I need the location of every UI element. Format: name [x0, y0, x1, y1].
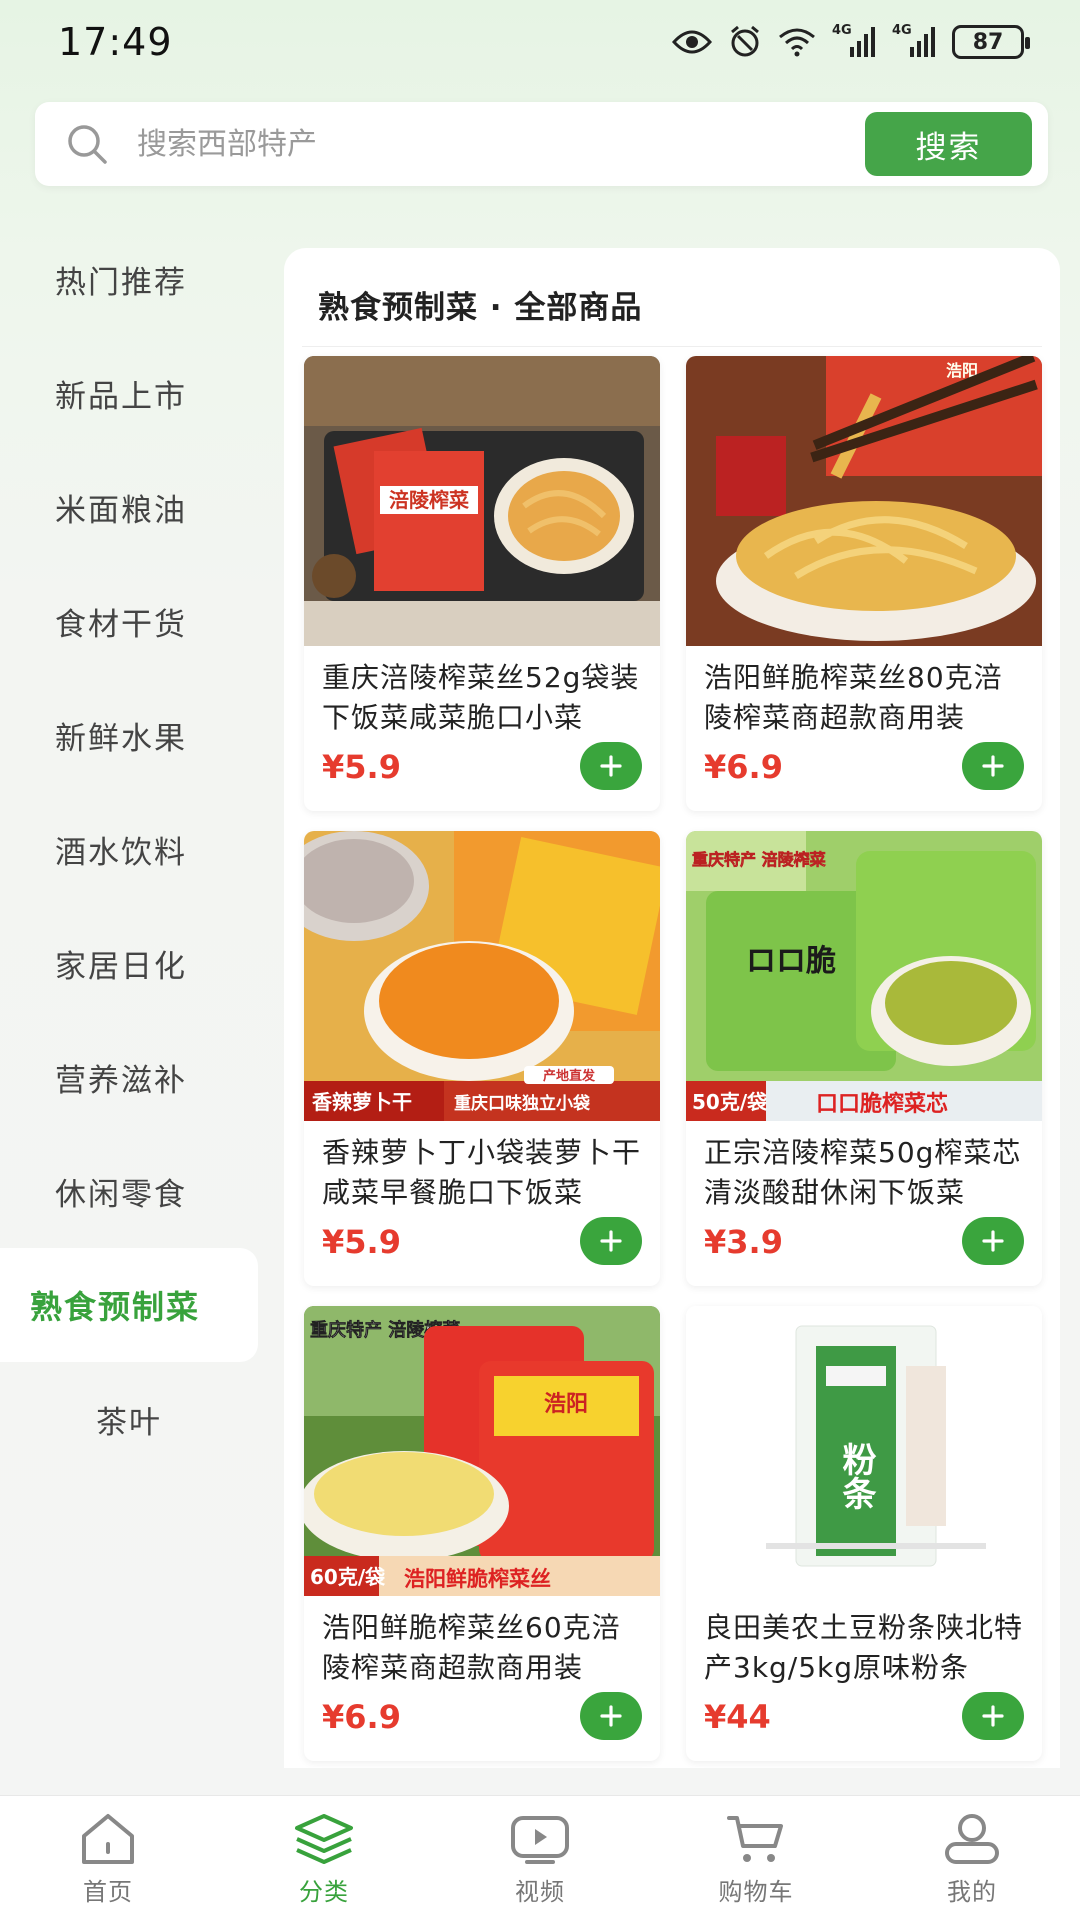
nav-cart[interactable]: 购物车: [648, 1796, 864, 1920]
product-name[interactable]: 香辣萝卜丁小袋装萝卜干咸菜早餐脆口下饭菜: [322, 1133, 644, 1213]
plus-icon: [600, 1230, 622, 1252]
home-icon: [76, 1810, 140, 1868]
product-image-text: 粉条: [836, 1442, 876, 1510]
product-image[interactable]: 浩阳: [686, 356, 1042, 646]
category-sidebar: 热门推荐 新品上市 米面粮油 食材干货 新鲜水果 酒水饮料 家居日化 营养滋补 …: [0, 222, 262, 1476]
wifi-icon: [778, 27, 816, 57]
product-price: ¥3.9: [704, 1223, 783, 1261]
add-to-cart-button[interactable]: [580, 742, 642, 790]
search-input[interactable]: [137, 118, 697, 170]
sidebar-item-fruit[interactable]: 新鲜水果: [0, 678, 258, 792]
product-panel: 熟食预制菜 · 全部商品 涪陵榨菜 重庆涪陵榨菜丝52g袋装下饭菜咸菜脆口小菜 …: [284, 248, 1060, 1768]
network-type-2: 4G: [892, 23, 912, 38]
nav-label: 视频: [515, 1878, 565, 1906]
status-bar: 17:49 4G 4G 87: [0, 0, 1080, 86]
bottom-nav: 首页 分类 视频 购物车 我的: [0, 1795, 1080, 1920]
add-to-cart-button[interactable]: [580, 1692, 642, 1740]
signal-icon-2: 4G: [892, 23, 936, 59]
product-name[interactable]: 浩阳鲜脆榨菜丝80克涪陵榨菜商超款商用装: [704, 658, 1026, 738]
nav-video[interactable]: 视频: [432, 1796, 648, 1920]
product-card[interactable]: 涪陵榨菜 重庆涪陵榨菜丝52g袋装下饭菜咸菜脆口小菜 ¥5.9: [304, 356, 660, 811]
nav-category[interactable]: 分类: [216, 1796, 432, 1920]
product-image-text-3: 产地直发: [543, 1068, 596, 1084]
eye-icon: [672, 28, 712, 56]
search-button[interactable]: 搜索: [865, 112, 1032, 176]
product-image-text-3: 重庆特产 涪陵榨菜: [692, 850, 826, 869]
divider: [302, 346, 1042, 347]
sidebar-item-tea[interactable]: 茶叶: [0, 1362, 258, 1476]
nav-profile[interactable]: 我的: [864, 1796, 1080, 1920]
product-price: ¥44: [704, 1698, 771, 1736]
plus-icon: [982, 755, 1004, 777]
product-name[interactable]: 浩阳鲜脆榨菜丝60克涪陵榨菜商超款商用装: [322, 1608, 644, 1688]
sidebar-item-hot[interactable]: 热门推荐: [0, 222, 258, 336]
product-price: ¥6.9: [704, 748, 783, 786]
product-name[interactable]: 正宗涪陵榨菜50g榨菜芯清淡酸甜休闲下饭菜: [704, 1133, 1026, 1213]
svg-text:ロロ脆: ロロ脆: [746, 944, 836, 979]
product-card[interactable]: 浩阳 浩阳鲜脆榨菜丝80克涪陵榨菜商超款商用装 ¥6.9: [686, 356, 1042, 811]
sidebar-item-nutrition[interactable]: 营养滋补: [0, 1020, 258, 1134]
sidebar-item-drinks[interactable]: 酒水饮料: [0, 792, 258, 906]
network-type-1: 4G: [832, 23, 852, 38]
product-image-text-2: 口口脆榨菜芯: [816, 1091, 948, 1117]
battery-level: 87: [972, 29, 1004, 55]
product-image-text: 香辣萝卜干: [312, 1090, 412, 1114]
layers-icon: [292, 1810, 356, 1868]
status-icons: 4G 4G 87: [672, 22, 1030, 62]
plus-icon: [600, 755, 622, 777]
add-to-cart-button[interactable]: [962, 1217, 1024, 1265]
nav-home[interactable]: 首页: [0, 1796, 216, 1920]
add-to-cart-button[interactable]: [962, 1692, 1024, 1740]
product-card[interactable]: 香辣萝卜干 重庆口味独立小袋 产地直发 香辣萝卜丁小袋装萝卜干咸菜早餐脆口下饭菜…: [304, 831, 660, 1286]
battery-icon: 87: [952, 25, 1030, 59]
product-image[interactable]: 重庆特产 涪陵榨菜 ロロ脆 50克/袋 口口脆榨菜芯: [686, 831, 1042, 1121]
product-card[interactable]: 重庆特产 涪陵榨菜 ロロ脆 50克/袋 口口脆榨菜芯 正宗涪陵榨菜50g榨菜芯清…: [686, 831, 1042, 1286]
product-card[interactable]: 粉条 良田美农土豆粉条陕北特产3kg/5kg原味粉条 ¥44: [686, 1306, 1042, 1761]
nav-label: 首页: [83, 1878, 133, 1906]
sidebar-item-dried-goods[interactable]: 食材干货: [0, 564, 258, 678]
sidebar-item-snacks[interactable]: 休闲零食: [0, 1134, 258, 1248]
sidebar-item-household[interactable]: 家居日化: [0, 906, 258, 1020]
user-icon: [940, 1810, 1004, 1868]
cart-icon: [724, 1810, 788, 1868]
panel-title: 熟食预制菜 · 全部商品: [318, 290, 643, 326]
signal-icon: 4G: [832, 23, 876, 59]
product-name[interactable]: 重庆涪陵榨菜丝52g袋装下饭菜咸菜脆口小菜: [322, 658, 644, 738]
product-image-text: 60克/袋: [310, 1565, 386, 1589]
product-card[interactable]: 重庆特产 涪陵榨菜 浩阳 60克/袋 浩阳鲜脆榨菜丝 浩阳鲜脆榨菜丝60克涪陵榨…: [304, 1306, 660, 1761]
product-price: ¥5.9: [322, 748, 401, 786]
plus-icon: [982, 1230, 1004, 1252]
nav-label: 我的: [947, 1878, 997, 1906]
sidebar-item-new[interactable]: 新品上市: [0, 336, 258, 450]
search-bar: 搜索: [35, 102, 1048, 186]
nav-label: 购物车: [718, 1878, 794, 1906]
plus-icon: [982, 1705, 1004, 1727]
product-price: ¥5.9: [322, 1223, 401, 1261]
product-image[interactable]: 粉条: [686, 1306, 1042, 1596]
svg-text:浩阳: 浩阳: [544, 1392, 588, 1417]
product-price: ¥6.9: [322, 1698, 401, 1736]
search-icon: [65, 122, 109, 166]
video-icon: [508, 1810, 572, 1868]
product-image-text: 涪陵榨菜: [389, 488, 469, 512]
product-image[interactable]: 涪陵榨菜: [304, 356, 660, 646]
nav-label: 分类: [299, 1878, 349, 1906]
alarm-icon: [728, 25, 762, 59]
product-image[interactable]: 重庆特产 涪陵榨菜 浩阳 60克/袋 浩阳鲜脆榨菜丝: [304, 1306, 660, 1596]
plus-icon: [600, 1705, 622, 1727]
sidebar-item-prepared-food[interactable]: 熟食预制菜: [0, 1248, 258, 1362]
product-name[interactable]: 良田美农土豆粉条陕北特产3kg/5kg原味粉条: [704, 1608, 1026, 1688]
sidebar-item-grain-oil[interactable]: 米面粮油: [0, 450, 258, 564]
add-to-cart-button[interactable]: [962, 742, 1024, 790]
product-image-text: 50克/袋: [692, 1090, 768, 1114]
add-to-cart-button[interactable]: [580, 1217, 642, 1265]
product-image-text-2: 重庆口味独立小袋: [454, 1093, 591, 1114]
status-time: 17:49: [58, 20, 173, 64]
product-image[interactable]: 香辣萝卜干 重庆口味独立小袋 产地直发: [304, 831, 660, 1121]
product-image-text-2: 浩阳鲜脆榨菜丝: [404, 1567, 551, 1591]
